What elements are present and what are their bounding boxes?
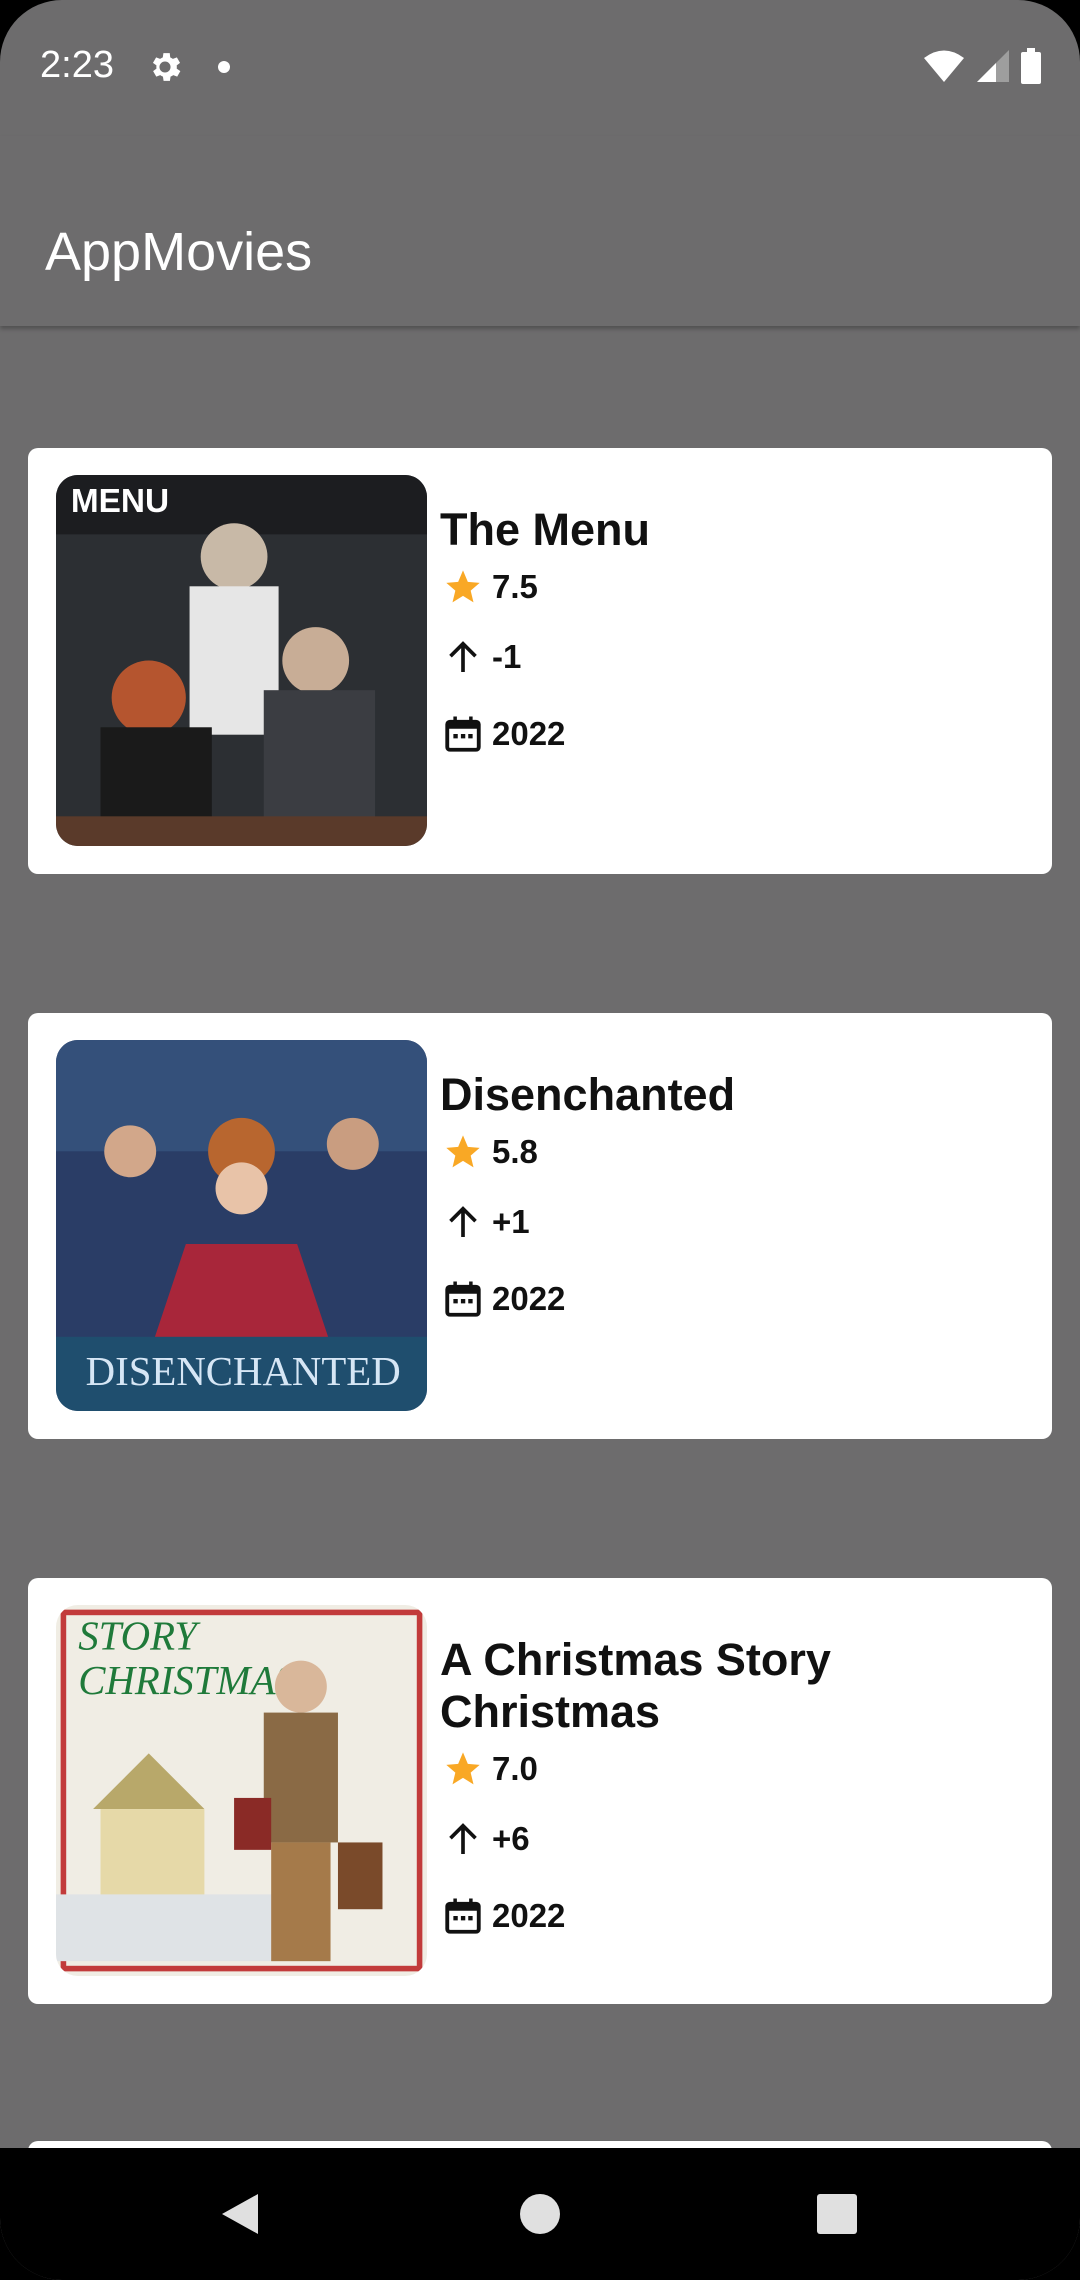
rating-row: 7.0 [440,1738,1000,1800]
movie-info: Disenchanted 5.8 +1 2022 [440,1069,1000,1337]
year-value: 2022 [492,1279,566,1317]
arrow-up-icon [440,1199,486,1245]
app-title: AppMovies [45,222,313,282]
movie-card[interactable]: DISENCHANTED Disenchanted 5.8 +1 2022 [28,1013,1052,1439]
svg-text:DISENCHANTED: DISENCHANTED [86,1349,401,1394]
rating-value: 7.5 [492,568,538,605]
star-icon [440,564,486,610]
movie-card[interactable]: STORY CHRISTMAS A Christmas Story Christ… [28,1578,1052,2004]
year-row: 2022 [440,1260,1000,1337]
movie-title: The Menu [440,504,650,555]
star-icon [440,1129,486,1175]
trend-value: +6 [492,1819,530,1857]
back-icon[interactable] [204,2178,276,2250]
year-value: 2022 [492,714,566,752]
arrow-up-icon [440,634,486,680]
calendar-icon [440,711,486,757]
movie-title: Disenchanted [440,1069,736,1120]
movie-info: A Christmas Story Christmas 7.0 +6 2022 [440,1634,1000,1954]
status-bar: 2:23 [0,0,1080,136]
navigation-bar [0,2148,1080,2280]
battery-icon [1020,48,1042,89]
status-time: 2:23 [40,44,114,86]
notification-dot-icon [218,61,230,73]
movie-poster: MENU [56,475,427,846]
rating-row: 5.8 [440,1121,1000,1183]
rating-value: 5.8 [492,1133,538,1170]
calendar-icon [440,1276,486,1322]
cellular-signal-icon [976,49,1010,88]
trend-row: -1 [440,618,1000,695]
star-icon [440,1746,486,1792]
trend-value: +1 [492,1202,530,1240]
movie-title: A Christmas Story Christmas [440,1634,831,1737]
movie-poster: DISENCHANTED [56,1040,427,1411]
svg-text:MENU: MENU [71,483,169,520]
svg-text:CHRISTMAS: CHRISTMAS [78,1658,296,1703]
movie-info: The Menu 7.5 -1 2022 [440,504,1000,772]
movie-poster: STORY CHRISTMAS [56,1605,427,1976]
wifi-icon [922,49,966,88]
app-bar: AppMovies [0,136,1080,326]
calendar-icon [440,1893,486,1939]
trend-row: +1 [440,1183,1000,1260]
screen: 2:23 AppMovies MENU The Menu 7.5 -1 2022… [0,0,1080,2280]
arrow-up-icon [440,1816,486,1862]
status-icons [922,48,1042,89]
recents-icon[interactable] [801,2178,873,2250]
home-icon[interactable] [504,2178,576,2250]
gear-icon [146,48,184,86]
rating-value: 7.0 [492,1750,538,1787]
year-row: 2022 [440,1877,1000,1954]
rating-row: 7.5 [440,556,1000,618]
trend-row: +6 [440,1800,1000,1877]
svg-text:STORY: STORY [78,1614,201,1659]
year-row: 2022 [440,695,1000,772]
year-value: 2022 [492,1896,566,1934]
movie-card[interactable]: MENU The Menu 7.5 -1 2022 [28,448,1052,874]
trend-value: -1 [492,637,522,675]
